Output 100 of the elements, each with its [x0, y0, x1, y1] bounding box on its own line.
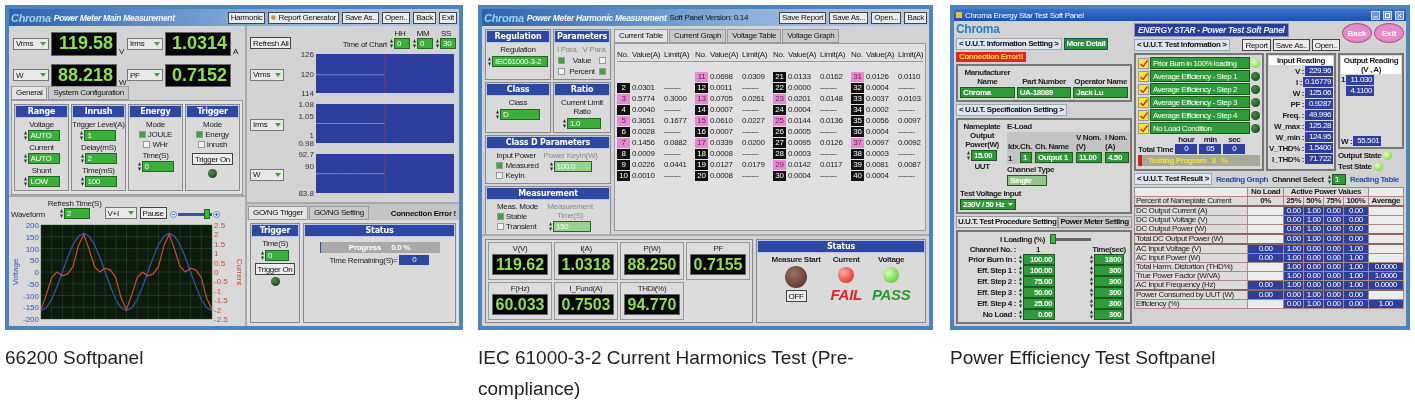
section-tab[interactable]: < U.U.T. Specification Setting > [956, 104, 1067, 116]
value-field[interactable]: 100 [84, 176, 117, 187]
toolbar-button[interactable]: Open.. [382, 11, 411, 24]
value-field[interactable]: 30 [440, 38, 456, 49]
trigger-button[interactable]: Trigger On [254, 263, 296, 275]
loading-slider[interactable] [1051, 234, 1091, 244]
value-field[interactable]: AUTO [27, 130, 60, 141]
value-field[interactable]: 300 [1094, 265, 1124, 276]
toolbar-button[interactable]: Open... [871, 11, 902, 24]
maximize-button[interactable] [1383, 10, 1392, 20]
refresh-button[interactable]: Refresh All [250, 37, 292, 49]
selector-dropdown[interactable]: V+I [104, 207, 137, 219]
toolbar-button[interactable]: Save As.. [341, 11, 380, 24]
value-field[interactable]: 1.0 [567, 118, 601, 129]
checkbox[interactable] [1138, 109, 1149, 121]
value-field[interactable]: 0 [417, 38, 433, 49]
selector-dropdown[interactable]: Vrms [13, 37, 49, 50]
value-field[interactable]: 300 [1094, 309, 1124, 320]
toolbar-button[interactable]: Open.. [1311, 39, 1340, 51]
checkbox[interactable] [1138, 83, 1149, 95]
selector-dropdown[interactable]: Irms [127, 37, 163, 50]
value-field[interactable]: 0.00 [1023, 309, 1055, 320]
toolbar-button[interactable]: Save As.. [1272, 39, 1310, 51]
value-field[interactable]: D [500, 109, 540, 120]
checkbox[interactable] [1138, 57, 1149, 69]
tab[interactable]: Voltage Graph [782, 29, 840, 43]
toolbar-button[interactable]: Back [413, 11, 436, 24]
round-button[interactable]: Back [1342, 23, 1372, 43]
reading-table-link[interactable]: Reading Table [1349, 174, 1399, 184]
value-field[interactable]: Single [1007, 175, 1047, 186]
tab[interactable]: Voltage Table [727, 29, 782, 43]
voltage-dropdown[interactable]: 230V / 50 Hz [960, 199, 1017, 210]
checkbox[interactable] [1138, 96, 1149, 108]
checkbox[interactable] [1138, 70, 1149, 82]
toolbar-button[interactable]: Report Generator [268, 11, 339, 24]
toolbar-button[interactable]: Save Report [779, 11, 827, 24]
value-field[interactable]: 300 [1094, 298, 1124, 309]
value-field[interactable]: IEC61000-3-2 [492, 56, 548, 67]
selector-dropdown[interactable]: W [250, 168, 284, 181]
tab[interactable]: System Configuration [48, 86, 129, 100]
value-field[interactable]: Output 1 [1035, 152, 1073, 163]
selector-dropdown[interactable]: PF [127, 69, 163, 82]
checkbox[interactable] [1138, 122, 1149, 134]
step-button[interactable]: Average Efficiency - Step 3 [1150, 96, 1250, 108]
value-field[interactable]: LOW [27, 176, 60, 187]
tab[interactable]: U.U.T. Test Procedure Setting [956, 216, 1059, 228]
value-field[interactable]: 15.00 [971, 150, 997, 161]
value-field[interactable]: 0 [141, 161, 174, 172]
value-field[interactable]: 1 [1020, 152, 1032, 163]
section-tab[interactable]: < U.U.T. Test Information > [1134, 39, 1230, 51]
toolbar-button[interactable]: Report [1242, 39, 1271, 51]
slider-thumb[interactable] [1050, 234, 1056, 244]
step-button[interactable]: No Load Condition [1150, 122, 1250, 134]
value-field[interactable]: 75.00 [1023, 276, 1055, 287]
tab[interactable]: Current Graph [669, 29, 727, 43]
section-tab[interactable]: < U.U.T. Information Setting > [956, 38, 1062, 50]
selector-dropdown[interactable]: Irms [250, 118, 284, 131]
value-field[interactable]: 2 [63, 208, 90, 219]
toolbar-button[interactable]: Harmonic [227, 11, 266, 24]
radio-option[interactable] [196, 131, 204, 138]
radio-option[interactable] [143, 141, 151, 148]
value-field[interactable]: 0 [265, 250, 289, 261]
reading-graph-link[interactable]: Reading Graph [1215, 174, 1269, 184]
step-button[interactable]: Average Efficiency - Step 4 [1150, 109, 1250, 121]
tab[interactable]: GO/NG Trigger [248, 206, 308, 220]
tab[interactable]: Current Table [614, 29, 668, 43]
checkbox[interactable] [599, 57, 606, 64]
value-field[interactable]: 0 [394, 38, 410, 49]
radio-option[interactable] [197, 141, 205, 148]
value-field[interactable]: 300 [1094, 287, 1124, 298]
value-field[interactable]: 300 [1094, 276, 1124, 287]
value-field[interactable]: 1 [84, 130, 117, 141]
value-field[interactable]: UA-18089 [1016, 87, 1072, 98]
toolbar-button[interactable]: Back [904, 11, 927, 24]
step-button[interactable]: Prior Burn in 100% loading [1150, 57, 1250, 69]
value-field[interactable]: 11.00 [1076, 152, 1102, 163]
trigger-button[interactable]: Trigger On [192, 153, 233, 165]
minimize-button[interactable] [1371, 10, 1380, 20]
value-field[interactable]: 4.50 [1105, 152, 1129, 163]
section-tab[interactable]: < U.U.T. Test Result > [1134, 173, 1212, 185]
off-button[interactable]: OFF [785, 290, 807, 302]
step-button[interactable]: Average Efficiency - Step 2 [1150, 83, 1250, 95]
value-field[interactable]: 1 [1331, 173, 1346, 185]
value-field[interactable]: Chroma [960, 87, 1015, 98]
selector-dropdown[interactable]: W [13, 69, 49, 82]
tab[interactable]: Power Meter Setting [1058, 216, 1132, 228]
pause-button[interactable]: Pause [139, 207, 167, 219]
value-field[interactable]: 2 [84, 153, 117, 164]
checkbox[interactable] [558, 57, 565, 64]
toolbar-button[interactable]: Exit [438, 11, 457, 24]
slider-thumb[interactable] [203, 209, 210, 219]
checkbox[interactable] [599, 68, 606, 75]
zoom-slider[interactable] [177, 209, 212, 219]
value-field[interactable]: AUTO [27, 153, 60, 164]
value-field[interactable]: Jack Lu [1073, 87, 1128, 98]
tab[interactable]: General [11, 86, 48, 100]
step-button[interactable]: Average Efficiency - Step 1 [1150, 70, 1250, 82]
checkbox[interactable] [558, 68, 565, 75]
round-button[interactable]: Exit [1374, 23, 1404, 43]
radio-option[interactable] [138, 131, 146, 138]
